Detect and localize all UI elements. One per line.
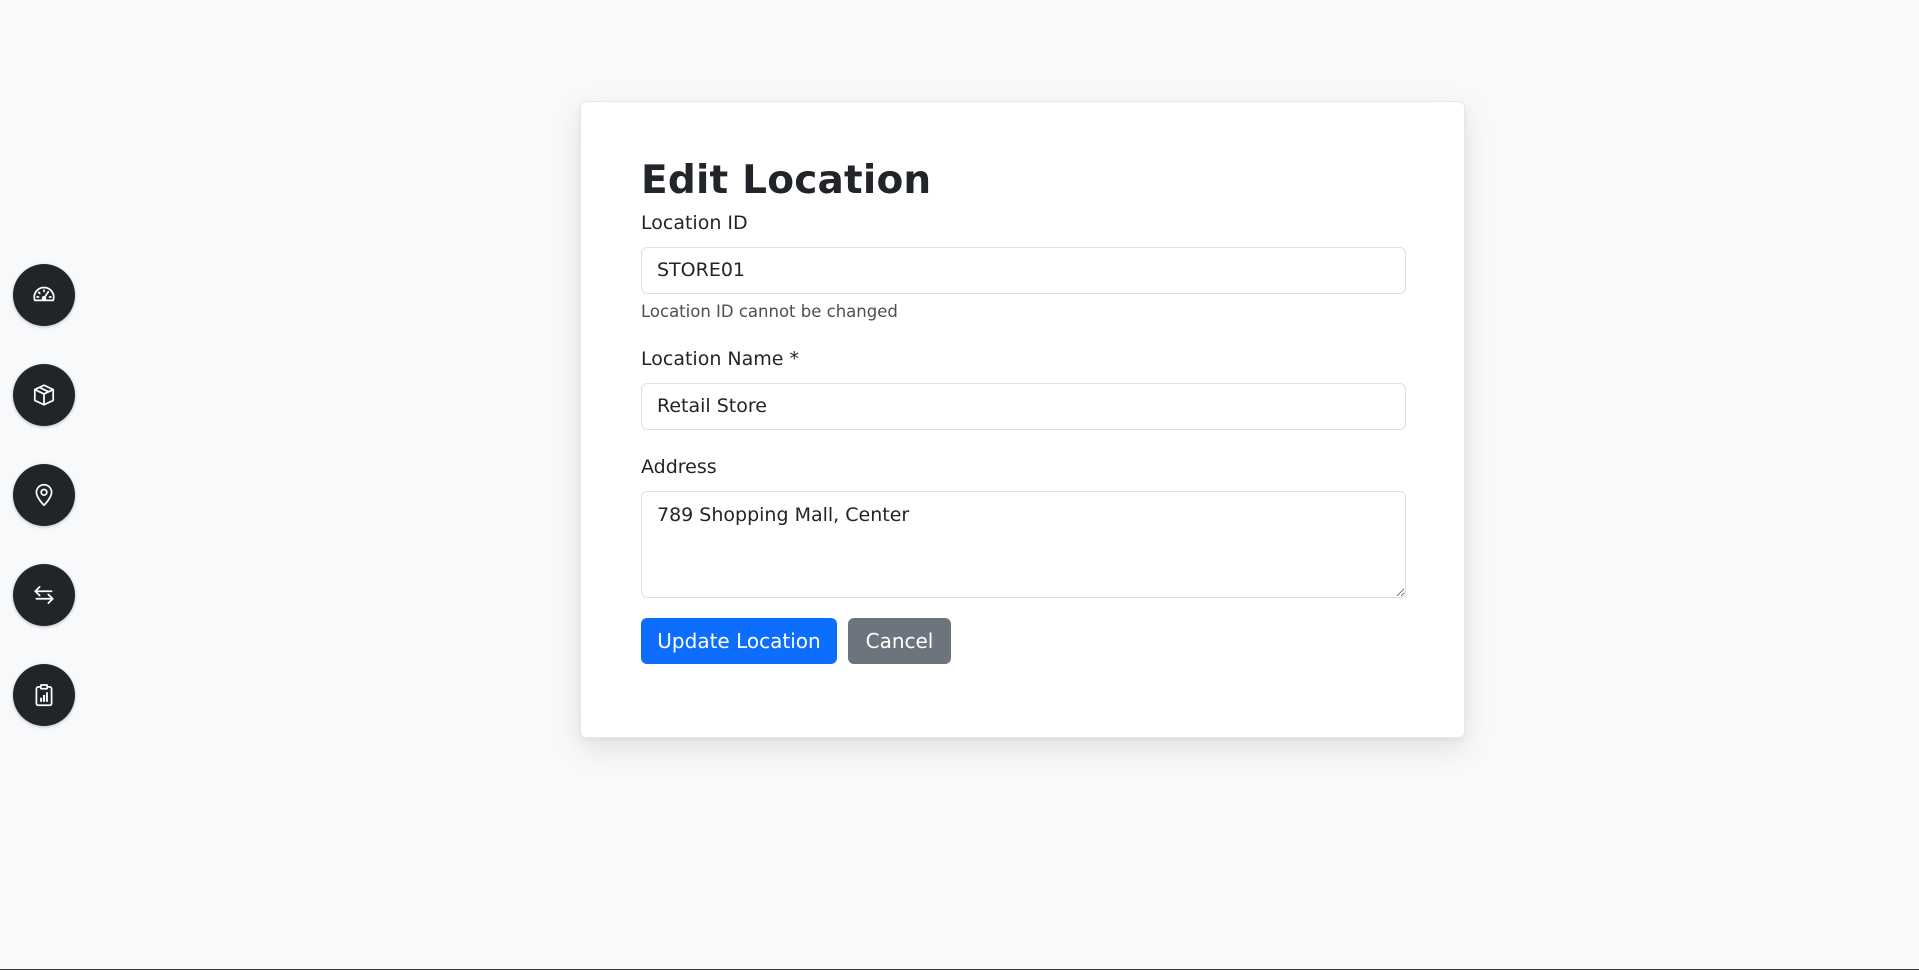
sidebar-item-products[interactable] (13, 364, 75, 426)
clipboard-chart-icon (35, 684, 53, 707)
map-pin-icon (35, 483, 53, 507)
location-name-label: Location Name * (641, 347, 799, 370)
edit-location-card: Edit Location Location ID Location ID ca… (580, 101, 1465, 738)
speedometer-icon (33, 286, 55, 302)
edit-location-form: Edit Location Location ID Location ID ca… (641, 158, 1406, 664)
update-location-button[interactable]: Update Location (641, 617, 837, 664)
arrows-exchange-icon (34, 586, 54, 604)
app-page: Edit Location Location ID Location ID ca… (0, 0, 1919, 969)
location-id-label: Location ID (641, 211, 748, 234)
sidebar-item-reports[interactable] (13, 664, 75, 726)
address-group: Address 789 Shopping Mall, Center (641, 455, 1406, 598)
address-label: Address (641, 455, 717, 478)
sidebar-item-transfers[interactable] (13, 564, 75, 626)
box-icon (33, 384, 55, 406)
location-name-group: Location Name * (641, 347, 1406, 430)
location-id-group: Location ID Location ID cannot be change… (641, 211, 1406, 321)
cancel-button[interactable]: Cancel (848, 617, 951, 664)
location-name-input[interactable] (641, 382, 1406, 430)
form-actions: Update Location Cancel (641, 617, 1406, 664)
sidebar-item-dashboard[interactable] (13, 264, 75, 326)
location-id-input[interactable] (641, 246, 1406, 294)
page-title: Edit Location (641, 158, 932, 203)
sidebar-item-locations[interactable] (13, 464, 75, 526)
location-id-help-text: Location ID cannot be changed (641, 301, 898, 321)
sidebar-nav (13, 264, 75, 764)
address-textarea[interactable]: 789 Shopping Mall, Center (641, 490, 1406, 598)
